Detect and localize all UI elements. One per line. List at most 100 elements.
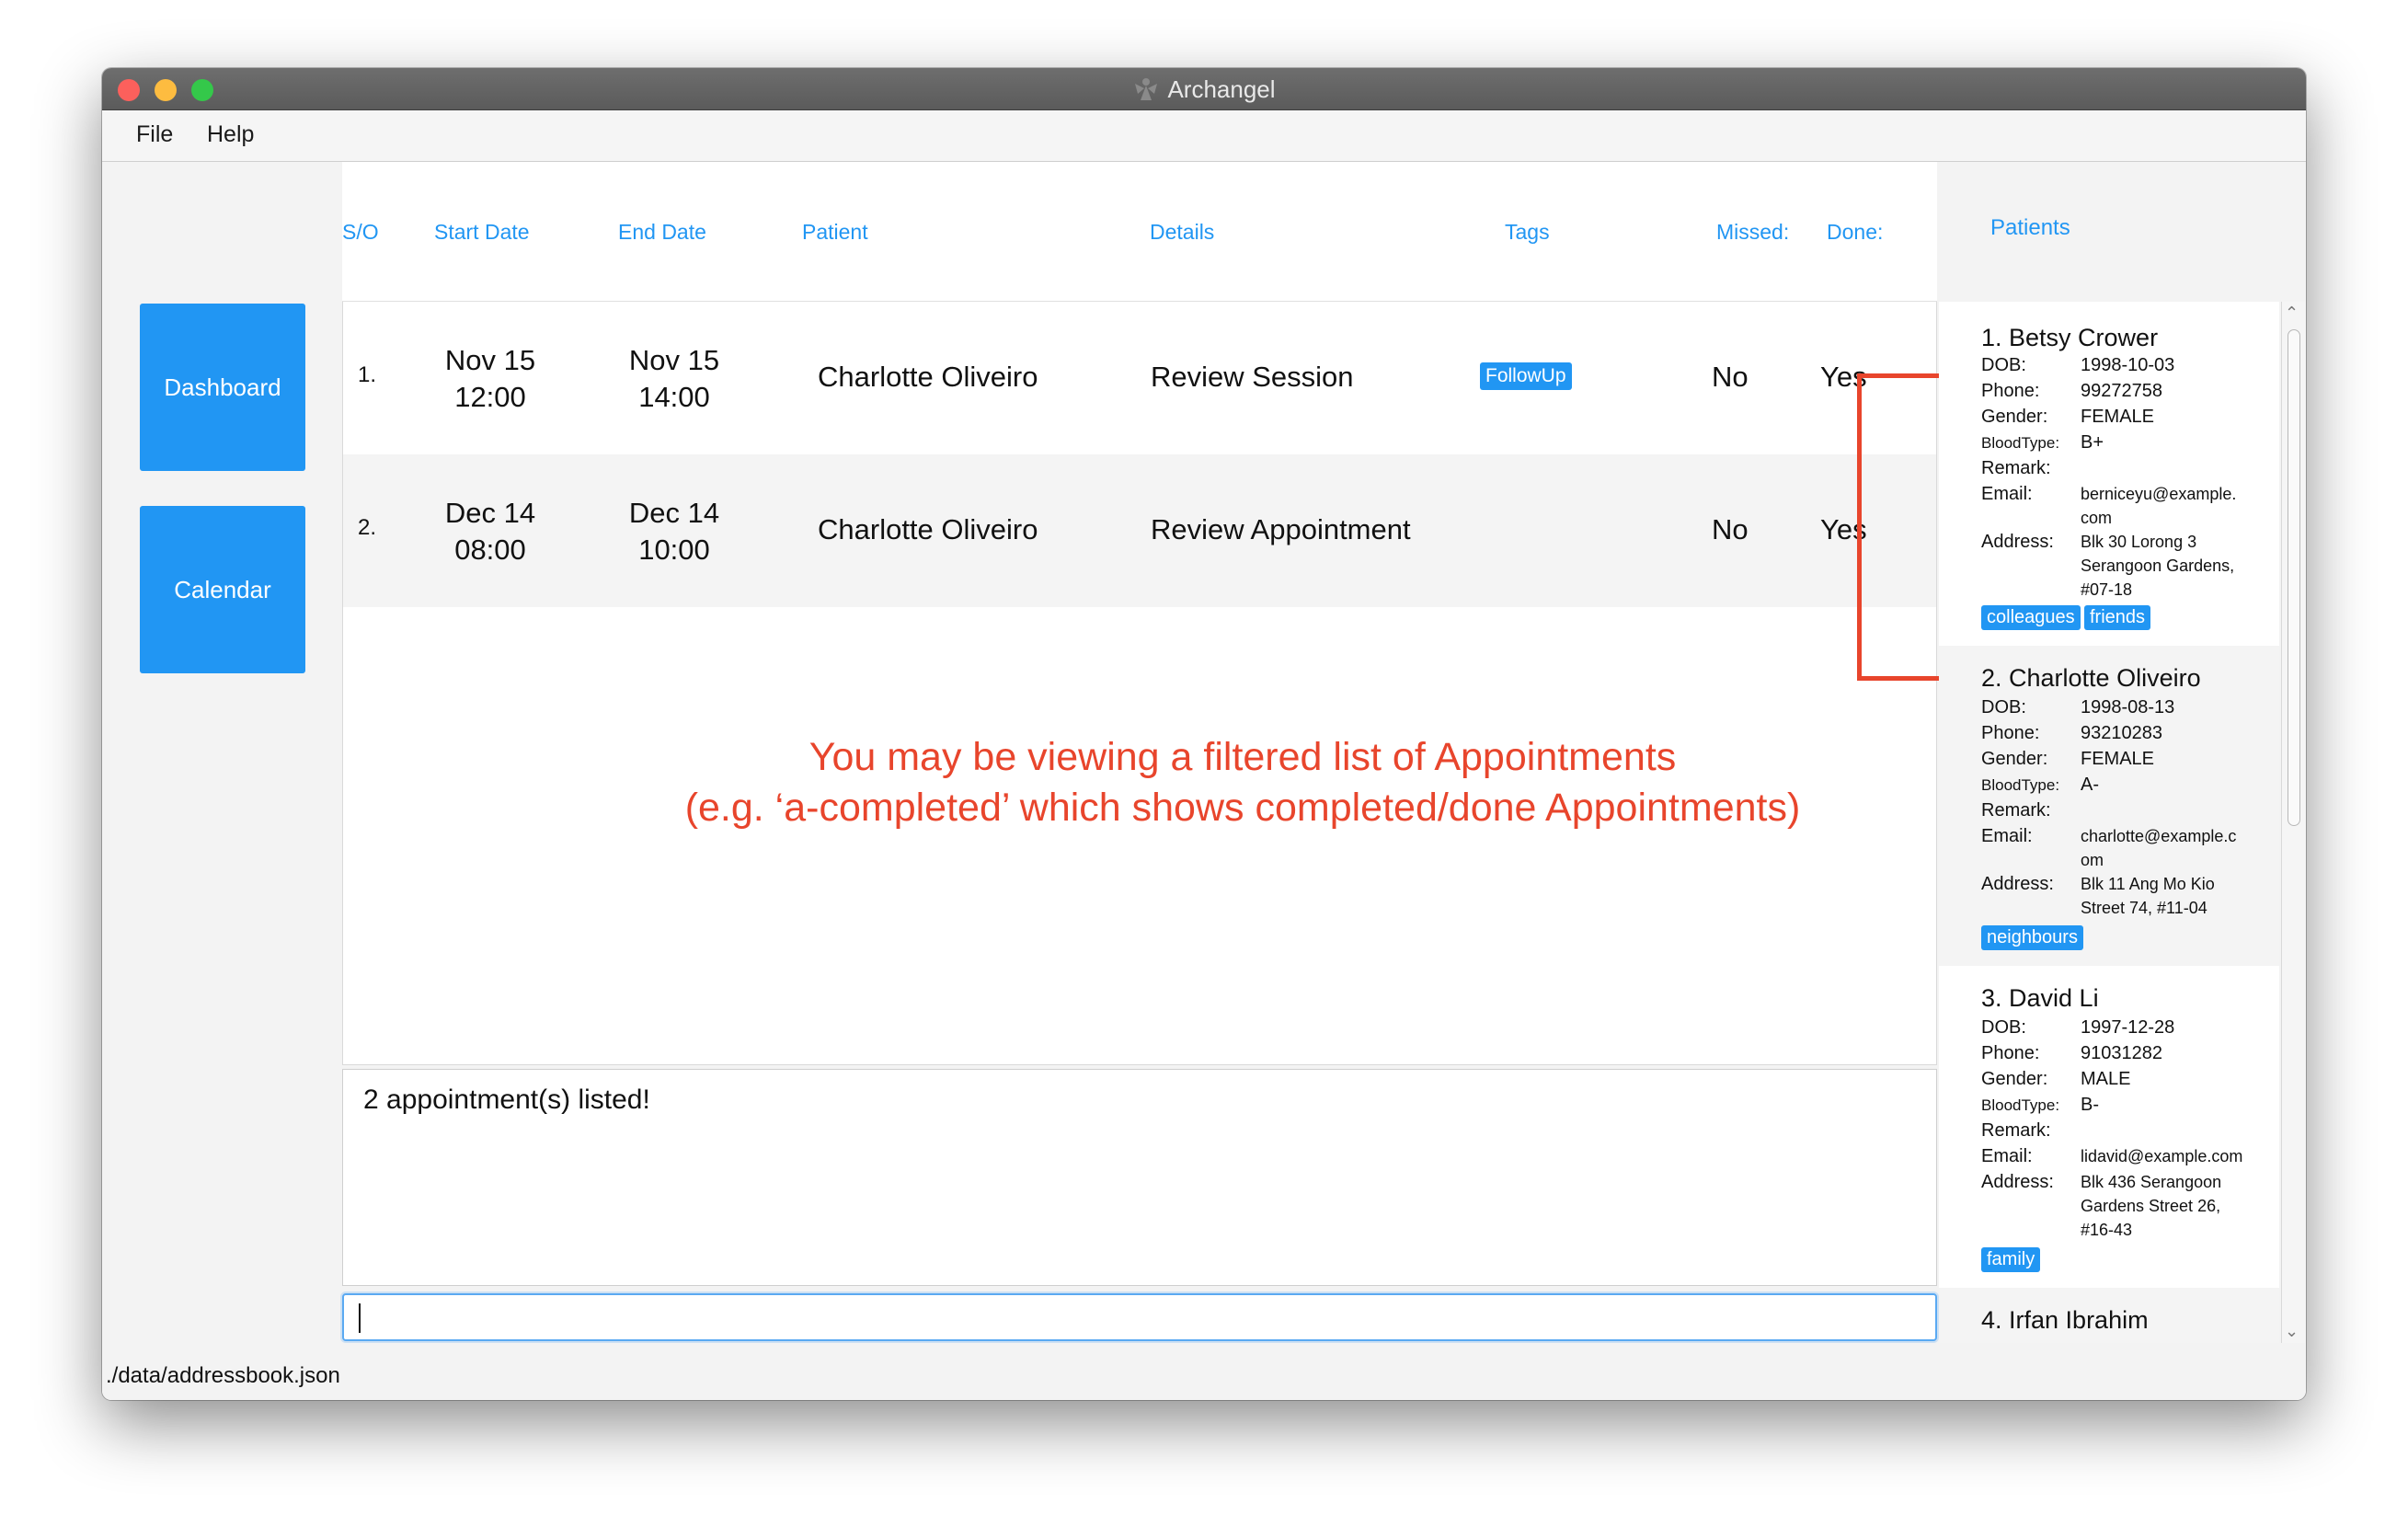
address-value: Blk 30 Lorong 3 Serangoon Gardens, #07-1… — [2081, 530, 2265, 602]
address-line-2: Gardens Street 26, — [2081, 1197, 2221, 1215]
patient-list: 1. Betsy Crower DOB: 1998-10-03 Phone: 9… — [1939, 302, 2279, 1343]
email-label: Email: — [1981, 826, 2033, 846]
annotation-line-2: (e.g. ‘a-completed’ which shows complete… — [684, 786, 1801, 830]
app-window: Archangel File Help Dashboard Calendar S… — [102, 68, 2306, 1400]
text-caret — [359, 1303, 361, 1333]
header-details: Details — [1150, 220, 1215, 244]
address-value: Blk 11 Ang Mo Kio Street 74, #11-04 — [2081, 872, 2265, 920]
address-line-2: Street 74, #11-04 — [2081, 899, 2207, 917]
address-line-2: Serangoon Gardens, — [2081, 557, 2235, 575]
appointment-details: Review Appointment — [1151, 513, 1411, 545]
patient-list-scrollbar[interactable]: ⌃ ⌄ — [2281, 302, 2305, 1343]
gender-label: Gender: — [1981, 1069, 2048, 1089]
phone-label: Phone: — [1981, 723, 2040, 743]
header-tags: Tags — [1505, 220, 1550, 244]
remark-label: Remark: — [1981, 458, 2051, 478]
phone-label: Phone: — [1981, 381, 2040, 401]
address-line-3: #16-43 — [2081, 1221, 2133, 1239]
end-date: Nov 15 — [628, 344, 720, 376]
calendar-button[interactable]: Calendar — [140, 506, 305, 673]
gender-value: FEMALE — [2081, 749, 2155, 769]
remark-label: Remark: — [1981, 800, 2051, 821]
email-label: Email: — [1981, 484, 2033, 504]
scrollbar-thumb[interactable] — [2288, 329, 2300, 826]
patient-card[interactable]: 1. Betsy Crower DOB: 1998-10-03 Phone: 9… — [1939, 302, 2279, 646]
header-end-date: End Date — [618, 220, 706, 244]
email-line-1: lidavid@example.com — [2081, 1147, 2243, 1165]
status-bar: ./data/addressbook.json — [102, 1349, 2306, 1400]
patient-header: Patients — [1939, 162, 2306, 302]
start-datetime: Nov 15 12:00 — [417, 342, 564, 416]
tag-neighbours: neighbours — [1981, 925, 2083, 950]
start-date: Nov 15 — [444, 344, 536, 376]
row-so: 2. — [358, 515, 377, 540]
window-title-group: Archangel — [102, 68, 2306, 110]
annotation-line-1: You may be viewing a filtered list of Ap… — [808, 735, 1677, 779]
menu-bar: File Help — [102, 110, 2306, 162]
address-line-1: Blk 11 Ang Mo Kio — [2081, 875, 2215, 893]
dashboard-button[interactable]: Dashboard — [140, 304, 305, 471]
missed-value: No — [1712, 361, 1749, 393]
appointment-row[interactable]: 1. Nov 15 12:00 Nov 15 14:00 Charlotte O… — [343, 302, 1936, 454]
patient-name: Charlotte Oliveiro — [818, 513, 1038, 545]
email-value: charlotte@example.c om — [2081, 824, 2265, 872]
tag-family: family — [1981, 1247, 2041, 1272]
patient-card[interactable]: 3. David Li DOB: 1997-12-28 Phone: 91031… — [1939, 966, 2279, 1288]
bloodtype-label: BloodType: — [1981, 1096, 2060, 1114]
data-file-path: ./data/addressbook.json — [106, 1363, 340, 1388]
menu-help[interactable]: Help — [207, 121, 254, 148]
phone-value: 91031282 — [2081, 1043, 2162, 1063]
angel-icon — [1132, 75, 1160, 103]
header-done: Done: — [1827, 220, 1884, 244]
menu-file[interactable]: File — [136, 121, 173, 148]
address-label: Address: — [1981, 874, 2054, 894]
email-line-1: berniceyu@example. — [2081, 485, 2237, 503]
gender-label: Gender: — [1981, 407, 2048, 427]
dob-label: DOB: — [1981, 697, 2026, 717]
bloodtype-label: BloodType: — [1981, 776, 2060, 794]
email-line-2: om — [2081, 851, 2104, 869]
gender-value: MALE — [2081, 1069, 2131, 1089]
chevron-up-icon[interactable]: ⌃ — [2285, 304, 2299, 323]
address-label: Address: — [1981, 1172, 2054, 1192]
email-value: berniceyu@example. com — [2081, 482, 2265, 530]
command-input[interactable] — [342, 1293, 1937, 1341]
bloodtype-value: B+ — [2081, 432, 2104, 453]
gender-label: Gender: — [1981, 749, 2048, 769]
dob-value: 1997-12-28 — [2081, 1017, 2175, 1038]
remark-label: Remark: — [1981, 1120, 2051, 1141]
patient-name: 3. David Li — [1981, 984, 2099, 1012]
patient-card[interactable]: 2. Charlotte Oliveiro DOB: 1998-08-13 Ph… — [1939, 646, 2279, 966]
appointment-details: Review Session — [1151, 361, 1354, 393]
address-label: Address: — [1981, 532, 2054, 552]
result-display: 2 appointment(s) listed! — [342, 1069, 1937, 1286]
header-start-date: Start Date — [434, 220, 530, 244]
dob-label: DOB: — [1981, 355, 2026, 375]
phone-label: Phone: — [1981, 1043, 2040, 1063]
patient-card[interactable]: 4. Irfan Ibrahim — [1939, 1288, 2279, 1343]
filter-annotation: You may be viewing a filtered list of Ap… — [342, 732, 2143, 833]
end-time: 14:00 — [638, 381, 710, 413]
patient-name: 1. Betsy Crower — [1981, 324, 2159, 351]
address-line-1: Blk 436 Serangoon — [2081, 1173, 2222, 1191]
title-bar: Archangel — [102, 68, 2306, 110]
phone-value: 93210283 — [2081, 723, 2162, 743]
end-time: 10:00 — [638, 534, 710, 566]
patient-name: 2. Charlotte Oliveiro — [1981, 664, 2201, 692]
header-patient: Patient — [802, 220, 868, 244]
tag-colleagues: colleagues — [1981, 605, 2081, 630]
gender-value: FEMALE — [2081, 407, 2155, 427]
address-value: Blk 436 Serangoon Gardens Street 26, #16… — [2081, 1170, 2265, 1242]
appointment-row[interactable]: 2. Dec 14 08:00 Dec 14 10:00 Charlotte O… — [343, 454, 1936, 607]
chevron-down-icon[interactable]: ⌄ — [2285, 1322, 2299, 1341]
row-so: 1. — [358, 362, 377, 387]
end-date: Dec 14 — [628, 497, 720, 529]
patient-panel: Patients 1. Betsy Crower DOB: 1998-10-03… — [1939, 162, 2306, 1343]
phone-value: 99272758 — [2081, 381, 2162, 401]
start-time: 08:00 — [454, 534, 526, 566]
dob-value: 1998-10-03 — [2081, 355, 2175, 375]
address-line-3: #07-18 — [2081, 580, 2133, 599]
dob-value: 1998-08-13 — [2081, 697, 2175, 717]
result-message: 2 appointment(s) listed! — [363, 1085, 650, 1115]
bloodtype-label: BloodType: — [1981, 434, 2060, 452]
